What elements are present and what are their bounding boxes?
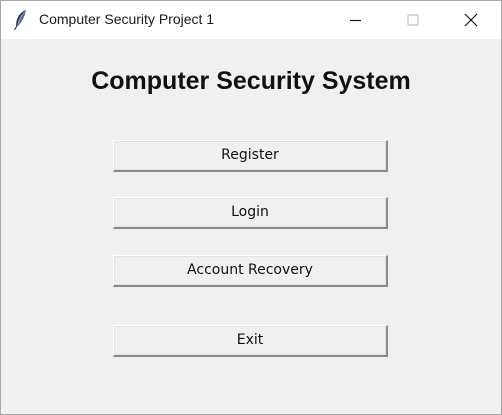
- close-button[interactable]: [442, 1, 500, 39]
- maximize-icon: [407, 14, 419, 26]
- title-bar[interactable]: Computer Security Project 1: [1, 1, 501, 39]
- maximize-button[interactable]: [384, 1, 442, 39]
- minimize-button[interactable]: [326, 1, 384, 39]
- exit-button[interactable]: Exit: [113, 325, 388, 357]
- close-icon: [464, 13, 478, 27]
- minimize-icon: [350, 19, 361, 22]
- app-window: Computer Security Project 1 Computer Sec…: [0, 0, 502, 415]
- account-recovery-button[interactable]: Account Recovery: [113, 255, 388, 287]
- account-recovery-button-label: Account Recovery: [187, 262, 313, 278]
- login-button-label: Login: [231, 204, 269, 220]
- login-button[interactable]: Login: [113, 197, 388, 229]
- feather-icon: [13, 9, 29, 31]
- window-title: Computer Security Project 1: [39, 11, 215, 27]
- register-button-label: Register: [221, 147, 279, 163]
- page-title: Computer Security System: [91, 67, 411, 95]
- register-button[interactable]: Register: [113, 140, 388, 172]
- exit-button-label: Exit: [236, 332, 264, 348]
